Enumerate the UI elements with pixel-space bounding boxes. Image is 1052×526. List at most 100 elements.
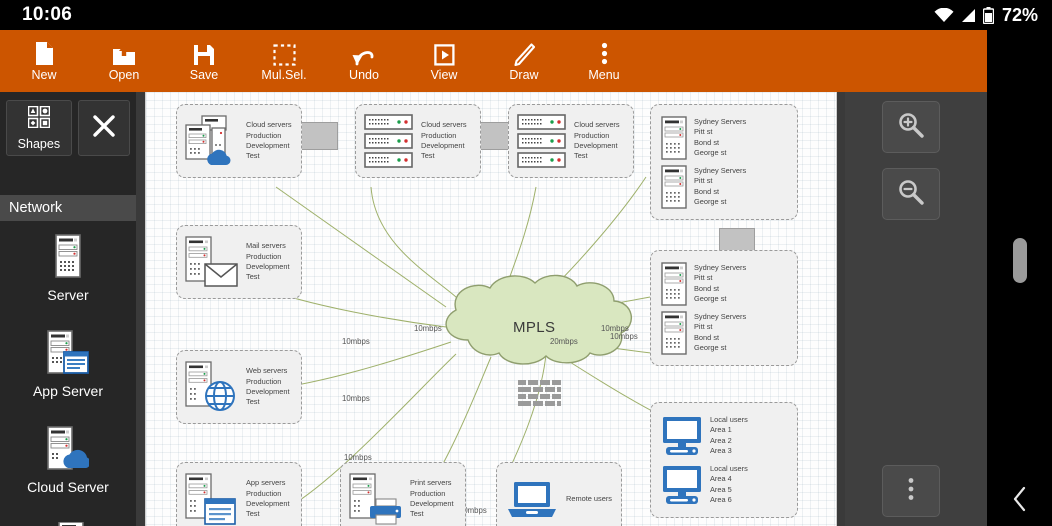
node-label: Cloud servers Production Development Tes… <box>421 120 467 162</box>
link-label: 10mbps <box>342 337 370 346</box>
cellular-signal-icon <box>961 8 976 23</box>
close-x-icon <box>93 115 115 142</box>
undo-arrow-icon <box>352 40 376 66</box>
shape-item-server-stack[interactable] <box>0 509 136 526</box>
toolbar-open-button[interactable]: Open <box>84 30 164 92</box>
node-label: Local users Area 4 Area 5 Area 6 <box>710 464 748 506</box>
desktop-pc-icon <box>661 416 703 456</box>
link-label: 10mbps <box>344 453 372 462</box>
diagram-canvas-area[interactable]: MPLS 10mbps 10mbps 10mbps <box>136 92 845 526</box>
chevron-left-icon[interactable] <box>1005 484 1035 514</box>
switch-stack-icon <box>517 114 567 168</box>
node-label: Sydney Servers Pitt st Bond st George st <box>694 166 746 208</box>
node-cloud-servers-3[interactable]: Cloud servers Production Development Tes… <box>508 104 634 178</box>
node-mail-servers[interactable]: Mail servers Production Development Test <box>176 225 302 299</box>
node-local-users-group[interactable]: Local users Area 1 Area 2 Area 3 L <box>650 402 798 518</box>
app-root: 10:06 72% New <box>0 0 1052 526</box>
multi-select-icon <box>273 40 296 66</box>
link-label: 10mbps <box>414 324 442 333</box>
node-sydney-servers-group-2[interactable]: Sydney Servers Pitt st Bond st George st <box>650 250 798 366</box>
shapes-panel: Shapes Network <box>0 92 136 526</box>
shape-item-label: Cloud Server <box>27 479 109 495</box>
node-cloud-servers-2[interactable]: Cloud servers Production Development Tes… <box>355 104 481 178</box>
cloud-label: MPLS <box>513 319 555 336</box>
node-row: Sydney Servers Pitt st Bond st George st <box>661 311 787 355</box>
toolbar-save-button[interactable]: Save <box>164 30 244 92</box>
node-label: Mail servers Production Development Test <box>246 241 290 283</box>
link-label: 20mbps <box>550 337 578 346</box>
web-server-icon <box>185 361 239 413</box>
server-icon <box>661 262 687 306</box>
close-panel-button[interactable] <box>78 100 130 156</box>
shape-category-label: Network <box>9 200 62 216</box>
server-icon <box>661 311 687 355</box>
toolbar-undo-button[interactable]: Undo <box>324 30 404 92</box>
node-label: Sydney Servers Pitt st Bond st George st <box>694 117 746 159</box>
canvas-more-button[interactable] <box>882 465 940 517</box>
toolbar-new-label: New <box>31 69 56 82</box>
battery-percent: 72% <box>1002 5 1038 26</box>
zoom-in-magnifier-icon <box>898 112 924 143</box>
shape-item-app-server[interactable]: App Server <box>0 317 136 413</box>
toolbar-view-label: View <box>431 69 458 82</box>
shapes-panel-header: Shapes <box>0 92 136 156</box>
shape-item-label: App Server <box>33 383 103 399</box>
link-label: 10mbps <box>610 332 638 341</box>
overflow-menu-icon <box>601 40 608 66</box>
toolbar-view-button[interactable]: View <box>404 30 484 92</box>
toolbar-draw-label: Draw <box>509 69 538 82</box>
shapes-button-label: Shapes <box>18 137 60 151</box>
node-label: Local users Area 1 Area 2 Area 3 <box>710 415 748 457</box>
zoom-out-button[interactable] <box>882 168 940 220</box>
node-row: Sydney Servers Pitt st Bond st George st <box>661 116 787 160</box>
node-web-servers[interactable]: Web servers Production Development Test <box>176 350 302 424</box>
toolbar-right-filler <box>987 30 1052 92</box>
toolbar-menu-label: Menu <box>588 69 619 82</box>
node-remote-users[interactable]: Remote users <box>496 462 622 526</box>
battery-icon <box>983 7 994 24</box>
main-toolbar: New Open Save <box>0 30 987 92</box>
draw-pencil-icon <box>513 40 535 66</box>
node-print-servers[interactable]: Print servers Production Development Tes… <box>340 462 466 526</box>
status-clock: 10:06 <box>22 4 72 26</box>
toolbar-menu-button[interactable]: Menu <box>564 30 644 92</box>
toolbar-save-label: Save <box>190 69 219 82</box>
shape-item-server[interactable]: Server <box>0 221 136 317</box>
cloud-server-icon <box>47 424 89 472</box>
save-floppy-icon <box>193 40 215 66</box>
shape-item-cloud-server[interactable]: Cloud Server <box>0 413 136 509</box>
canvas-scrollbar-thumb[interactable] <box>1013 238 1027 283</box>
connector-box-1[interactable] <box>296 122 338 150</box>
node-label: Cloud servers Production Development Tes… <box>574 120 620 162</box>
toolbar-multiselect-label: Mul.Sel. <box>261 69 306 82</box>
mail-server-icon <box>185 236 239 288</box>
node-label: Sydney Servers Pitt st Bond st George st <box>694 263 746 305</box>
node-cloud-servers-1[interactable]: Cloud servers Production Development Tes… <box>176 104 302 178</box>
toolbar-draw-button[interactable]: Draw <box>484 30 564 92</box>
node-label: Remote users <box>566 494 612 504</box>
print-server-icon <box>349 473 403 525</box>
shape-category-network[interactable]: Network <box>0 195 136 221</box>
app-server-icon <box>185 473 239 525</box>
app-server-icon <box>47 328 89 376</box>
node-row: Sydney Servers Pitt st Bond st George st <box>661 165 787 209</box>
wifi-icon <box>934 8 954 23</box>
node-row: Sydney Servers Pitt st Bond st George st <box>661 262 787 306</box>
shape-item-list[interactable]: Server <box>0 221 136 526</box>
firewall-brick-icon <box>518 380 561 414</box>
link-label: 10mbps <box>342 394 370 403</box>
toolbar-undo-label: Undo <box>349 69 379 82</box>
node-label: Cloud servers Production Development Tes… <box>246 120 292 162</box>
view-play-icon <box>434 40 455 66</box>
diagram-canvas[interactable]: MPLS 10mbps 10mbps 10mbps <box>145 92 837 526</box>
android-status-bar: 10:06 72% <box>0 0 1052 30</box>
node-app-servers[interactable]: App servers Production Development Test <box>176 462 302 526</box>
toolbar-new-button[interactable]: New <box>4 30 84 92</box>
zoom-in-button[interactable] <box>882 101 940 153</box>
system-nav-bar <box>987 92 1052 526</box>
shapes-button[interactable]: Shapes <box>6 100 72 156</box>
node-sydney-servers-group-1[interactable]: Sydney Servers Pitt st Bond st George st <box>650 104 798 220</box>
toolbar-multiselect-button[interactable]: Mul.Sel. <box>244 30 324 92</box>
canvas-tool-rail <box>845 92 987 526</box>
node-label: Print servers Production Development Tes… <box>410 478 454 520</box>
